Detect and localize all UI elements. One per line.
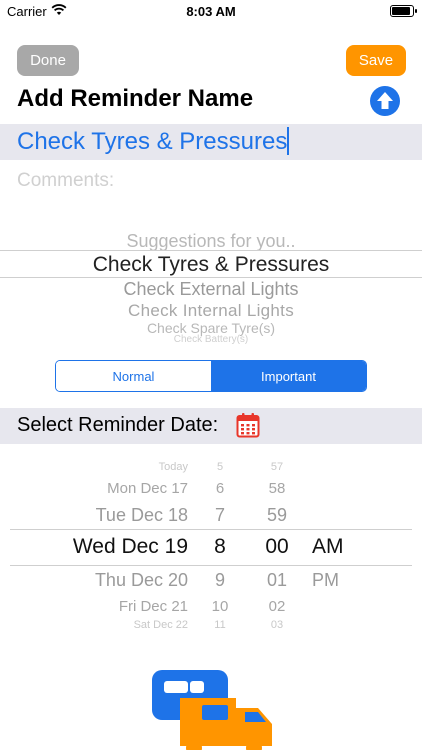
picker-minute-item[interactable]: 02 <box>256 598 298 615</box>
suggestion-item[interactable]: Check Internal Lights <box>0 301 422 321</box>
priority-segmented-control: Normal Important <box>55 360 367 392</box>
picker-day-item[interactable]: Sat Dec 22 <box>30 619 188 630</box>
reminder-name-input[interactable]: Check Tyres & Pressures <box>17 128 287 156</box>
calendar-icon[interactable] <box>236 412 260 438</box>
caravan-logo-icon <box>150 668 280 755</box>
picker-divider <box>10 565 412 566</box>
picker-hour-item[interactable]: 7 <box>200 505 240 526</box>
clock-time: 8:03 AM <box>186 4 236 19</box>
upload-arrow-icon[interactable] <box>370 86 400 116</box>
segment-normal[interactable]: Normal <box>56 361 211 391</box>
picker-day-item[interactable]: Fri Dec 21 <box>30 598 188 615</box>
picker-hour-item[interactable]: 9 <box>200 570 240 591</box>
picker-day-item[interactable]: Tue Dec 18 <box>30 505 188 526</box>
picker-minute-selected[interactable]: 00 <box>256 535 298 559</box>
suggestion-item[interactable]: Check Battery(s) <box>0 334 422 344</box>
text-cursor <box>287 127 289 155</box>
done-button[interactable]: Done <box>17 45 79 76</box>
segment-important[interactable]: Important <box>211 361 366 391</box>
suggestion-item[interactable]: Check External Lights <box>0 279 422 300</box>
picker-hour-item[interactable]: 5 <box>200 461 240 473</box>
picker-hour-item[interactable]: 10 <box>200 598 240 615</box>
status-bar: Carrier 8:03 AM <box>0 0 422 22</box>
comments-field[interactable]: Comments: <box>17 170 114 192</box>
picker-divider <box>0 277 422 278</box>
picker-ampm-item[interactable]: PM <box>312 570 358 591</box>
battery-icon <box>390 5 417 17</box>
picker-hour-item[interactable]: 6 <box>200 480 240 497</box>
suggestions-title: Suggestions for you.. <box>126 231 296 251</box>
save-button[interactable]: Save <box>346 45 406 76</box>
page-title: Add Reminder Name <box>17 85 254 112</box>
picker-day-item[interactable]: Thu Dec 20 <box>30 570 188 591</box>
picker-day-item[interactable]: Today <box>30 461 188 473</box>
picker-minute-item[interactable]: 57 <box>256 461 298 473</box>
picker-day-item[interactable]: Mon Dec 17 <box>30 480 188 497</box>
picker-minute-item[interactable]: 58 <box>256 480 298 497</box>
picker-divider <box>10 529 412 530</box>
picker-minute-item[interactable]: 01 <box>256 570 298 591</box>
picker-hour-selected[interactable]: 8 <box>200 535 240 559</box>
picker-hour-item[interactable]: 11 <box>200 619 240 630</box>
picker-day-selected[interactable]: Wed Dec 19 <box>30 535 188 559</box>
picker-minute-item[interactable]: 03 <box>256 619 298 630</box>
picker-divider <box>0 250 422 251</box>
picker-ampm-selected[interactable]: AM <box>312 535 358 559</box>
reminder-date-label: Select Reminder Date: <box>17 414 219 436</box>
picker-minute-item[interactable]: 59 <box>256 505 298 526</box>
suggestion-selected[interactable]: Check Tyres & Pressures <box>0 253 422 277</box>
